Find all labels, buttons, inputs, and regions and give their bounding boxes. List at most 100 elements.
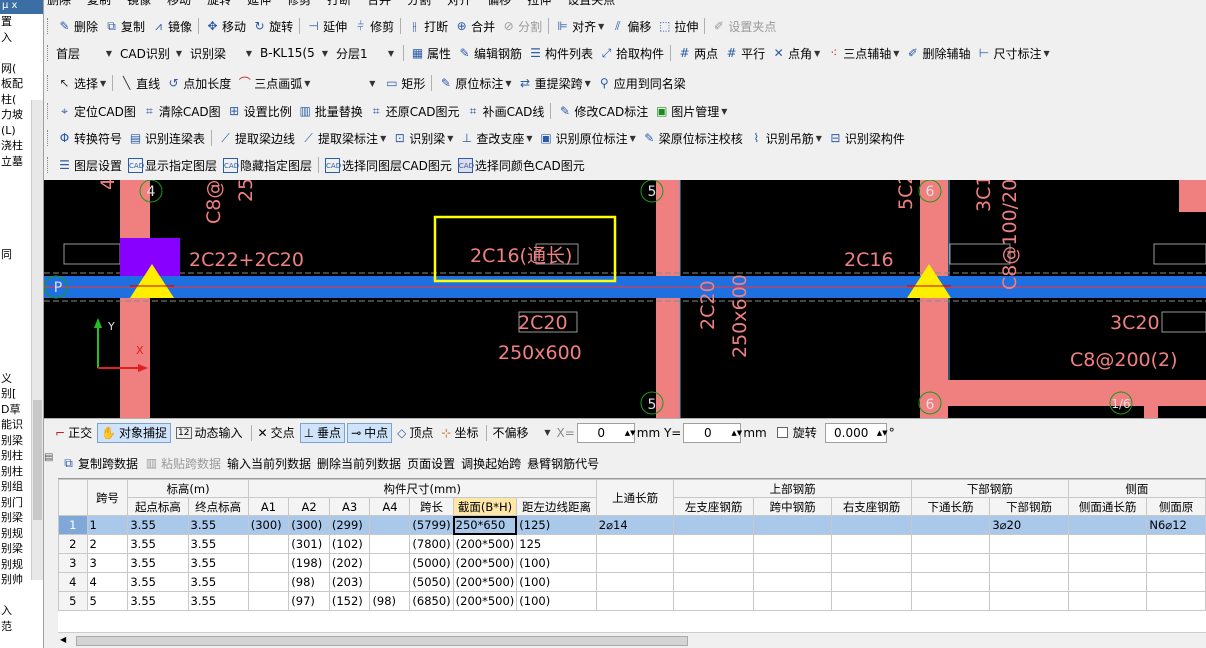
partial-toolbar-item[interactable]: 删除	[44, 0, 74, 8]
vertex-snap-toggle[interactable]: ◇ 顶点	[394, 423, 436, 443]
delete-axis-button[interactable]: ✐ 删除辅轴	[902, 43, 973, 63]
table-cell[interactable]: 3.55	[127, 515, 189, 535]
object-snap-toggle[interactable]: ✋ 对象捕捉	[97, 422, 172, 443]
row-number-cell[interactable]: 1	[58, 515, 88, 535]
properties-button[interactable]: ▦ 属性	[407, 43, 454, 63]
layer-select[interactable]: 分层1 ▼	[334, 44, 396, 62]
table-cell[interactable]	[989, 553, 1069, 573]
table-cell[interactable]: (203)	[328, 572, 371, 592]
column-header[interactable]: 左支座钢筋	[673, 497, 754, 516]
ortho-toggle[interactable]: ⌐ 正交	[52, 423, 95, 443]
table-cell[interactable]: 3.55	[127, 572, 189, 592]
grid-horizontal-scrollbar[interactable]: ◀	[58, 632, 1206, 648]
table-cell[interactable]	[1146, 553, 1206, 573]
column-4[interactable]	[120, 180, 150, 418]
table-cell[interactable]: 3.55	[187, 572, 249, 592]
break-button[interactable]: ⫲ 打断	[404, 16, 451, 36]
table-cell[interactable]: (299)	[328, 515, 371, 535]
partial-toolbar-item[interactable]: 打断	[324, 0, 354, 8]
partial-toolbar-item[interactable]: 设置夹点	[564, 0, 618, 8]
select-same-color-button[interactable]: CAD 选择同颜色CAD图元	[455, 155, 588, 175]
line-button[interactable]: ╲ 直线	[116, 73, 163, 93]
cad-text[interactable]: 2C20	[518, 312, 568, 334]
mirror-button[interactable]: ⩘ 镜像	[148, 16, 195, 36]
cad-text-vertical[interactable]: 4	[97, 180, 119, 190]
table-cell[interactable]: (7800)	[409, 534, 454, 554]
column-6[interactable]	[920, 180, 948, 418]
page-setup-button[interactable]: 页面设置	[404, 453, 458, 473]
table-cell[interactable]: (200*500)	[452, 591, 518, 611]
table-cell[interactable]	[1146, 591, 1206, 611]
table-cell[interactable]: (202)	[328, 553, 371, 573]
rotate-button[interactable]: ↻ 旋转	[249, 16, 296, 36]
column-header[interactable]: 右支座钢筋	[831, 497, 912, 516]
table-cell[interactable]: 4	[86, 572, 129, 592]
table-cell[interactable]	[595, 553, 675, 573]
table-cell[interactable]	[595, 572, 675, 592]
row-number-cell[interactable]: 3	[58, 553, 88, 573]
table-cell[interactable]	[910, 591, 991, 611]
extend-button[interactable]: ⊣ 延伸	[303, 16, 350, 36]
set-grip-button[interactable]: ✐ 设置夹点	[708, 16, 779, 36]
cad-canvas[interactable]: 4 5 5 6 6 1/6 P 2C22+2C20 2C16(通长) 2C16 …	[44, 180, 1206, 418]
table-cell[interactable]	[369, 534, 411, 554]
column-header[interactable]: 下通长筋	[910, 497, 991, 516]
table-row[interactable]: 2 2 3.55 3.55 (301) (102) (7800) (200*500) 125	[58, 534, 1206, 554]
respan-beam-button[interactable]: ⇄ 重提梁跨 ▼	[515, 73, 594, 93]
split-button[interactable]: ⊘ 分割	[498, 16, 545, 36]
spin-arrows-icon[interactable]: ▲▼	[625, 429, 636, 437]
left-panel-item[interactable]: 置	[0, 14, 43, 30]
dynamic-input-toggle[interactable]: 12 动态输入	[173, 423, 245, 443]
table-cell[interactable]	[247, 534, 290, 554]
cad-text-vertical[interactable]: 250x600	[729, 274, 751, 358]
table-cell[interactable]: (6850)	[409, 591, 454, 611]
partial-toolbar-item[interactable]: 修剪	[284, 0, 314, 8]
recognize-in-situ-button[interactable]: ▣ 识别原位标注 ▼	[536, 128, 639, 148]
rectangle-button[interactable]: ▭ 矩形	[381, 73, 428, 93]
table-cell[interactable]: (300)	[288, 515, 330, 535]
table-cell[interactable]: 3.55	[187, 591, 249, 611]
cad-text[interactable]: 250x600	[498, 342, 582, 364]
cad-text[interactable]: 2C16	[844, 249, 894, 271]
table-cell[interactable]	[910, 515, 991, 535]
left-panel-item[interactable]	[0, 45, 43, 61]
partial-toolbar-item[interactable]: 镜像	[124, 0, 154, 8]
arc-button[interactable]: ⌒ 三点画弧 ▼	[234, 73, 313, 93]
dimension-button[interactable]: ⊢ 尺寸标注 ▼	[973, 43, 1052, 63]
table-cell[interactable]: 250*650	[452, 515, 518, 535]
partial-toolbar-item[interactable]: 复制	[84, 0, 114, 8]
column-1-6[interactable]	[1144, 380, 1158, 418]
cad-text-vertical[interactable]: 250	[235, 180, 257, 202]
table-cell[interactable]	[1067, 591, 1148, 611]
locate-cad-button[interactable]: ⌖ 定位CAD图	[54, 101, 139, 121]
left-panel-item[interactable]	[0, 588, 43, 604]
table-cell[interactable]	[831, 553, 912, 573]
copy-span-data-button[interactable]: ⧉ 复制跨数据	[58, 453, 141, 473]
table-cell[interactable]	[910, 572, 991, 592]
cad-text[interactable]: C8@200(2)	[1070, 349, 1178, 371]
delete-column-data-button[interactable]: 删除当前列数据	[314, 453, 404, 473]
y-input[interactable]: 0 ▲▼	[683, 422, 742, 443]
left-panel-item[interactable]: 网(	[0, 61, 43, 77]
column-header[interactable]: A2	[288, 497, 330, 516]
cad-text[interactable]: 2C22+2C20	[189, 249, 304, 271]
in-situ-annotation-button[interactable]: ✎ 原位标注 ▼	[435, 73, 514, 93]
spin-arrows-icon[interactable]: ▲▼	[877, 429, 888, 437]
recognize-beam-button[interactable]: ⊡ 识别梁 ▼	[389, 128, 456, 148]
column-header[interactable]: 起点标高	[127, 497, 189, 516]
partial-toolbar-item[interactable]: 分割	[404, 0, 434, 8]
table-cell[interactable]: 3.55	[127, 534, 189, 554]
left-panel-item[interactable]: 板配	[0, 76, 43, 92]
select-same-layer-button[interactable]: CAD 选择同图层CAD图元	[322, 155, 455, 175]
table-cell[interactable]: (100)	[516, 553, 597, 573]
coordinate-snap-toggle[interactable]: ⊹ 坐标	[438, 423, 481, 443]
table-cell[interactable]: (100)	[516, 572, 597, 592]
table-cell[interactable]: N6⌀12	[1146, 515, 1206, 535]
recognize-beam-component-button[interactable]: ⊟ 识别梁构件	[825, 128, 908, 148]
apply-same-name-button[interactable]: ⚲ 应用到同名梁	[594, 73, 689, 93]
table-cell[interactable]	[247, 591, 290, 611]
table-cell[interactable]: 3.55	[127, 553, 189, 573]
cad-text[interactable]: 2C16(通长)	[470, 245, 572, 267]
table-cell[interactable]	[673, 534, 754, 554]
table-cell[interactable]: (200*500)	[452, 534, 518, 554]
